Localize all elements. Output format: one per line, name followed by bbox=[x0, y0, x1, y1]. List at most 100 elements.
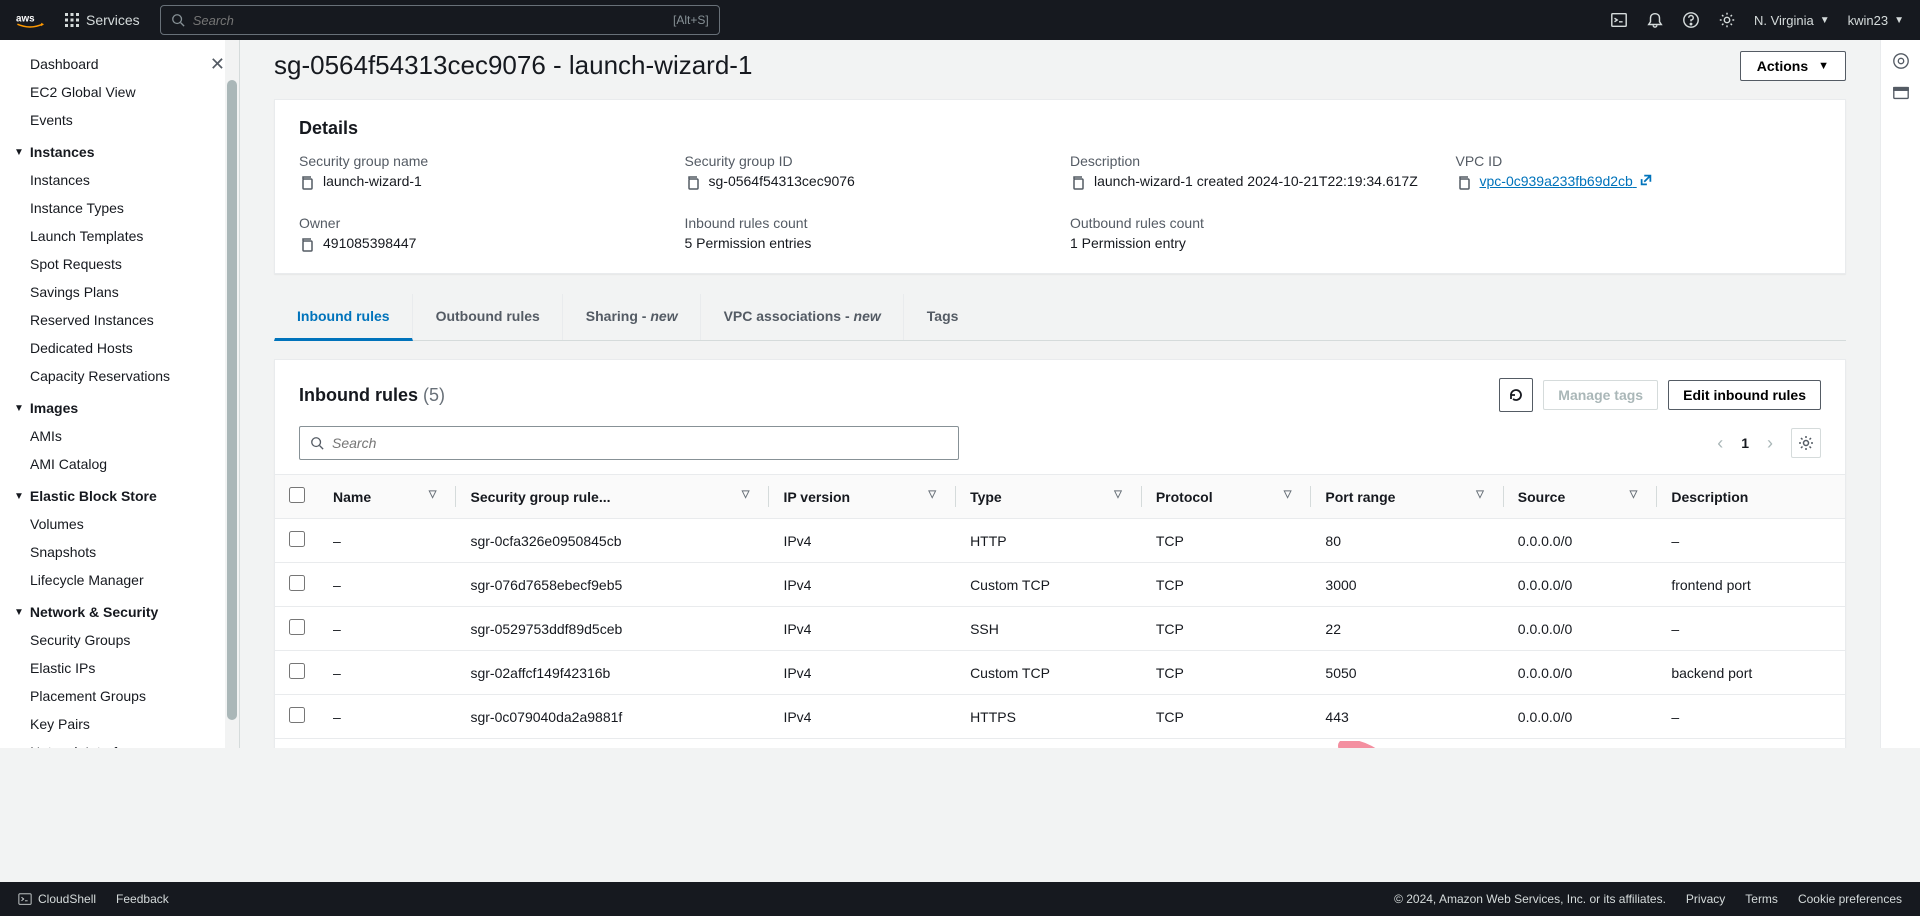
grid-icon bbox=[64, 12, 80, 28]
row-checkbox[interactable] bbox=[289, 619, 305, 635]
col-type[interactable]: Type ▽ bbox=[956, 475, 1142, 519]
table-row[interactable]: – sgr-0529753ddf89d5ceb IPv4 SSH TCP 22 … bbox=[275, 607, 1845, 651]
tab-tags[interactable]: Tags bbox=[904, 294, 981, 340]
row-checkbox[interactable] bbox=[289, 531, 305, 547]
nav-launch-templates[interactable]: Launch Templates bbox=[30, 222, 229, 250]
nav-ami-catalog[interactable]: AMI Catalog bbox=[30, 450, 229, 478]
nav-section-header-ebs[interactable]: ▼Elastic Block Store bbox=[14, 478, 229, 510]
cell-protocol: TCP bbox=[1142, 607, 1312, 651]
nav-amis[interactable]: AMIs bbox=[30, 422, 229, 450]
notifications-icon[interactable] bbox=[1646, 11, 1664, 29]
help-icon[interactable] bbox=[1682, 11, 1700, 29]
nav-snapshots[interactable]: Snapshots bbox=[30, 538, 229, 566]
rules-search-input[interactable] bbox=[332, 435, 948, 451]
nav-dashboard[interactable]: Dashboard bbox=[30, 50, 229, 78]
region-selector[interactable]: N. Virginia▼ bbox=[1754, 13, 1830, 28]
sidebar-scrollbar[interactable] bbox=[225, 40, 239, 748]
page-title: sg-0564f54313cec9076 - launch-wizard-1 bbox=[274, 50, 752, 81]
nav-section-header-images[interactable]: ▼Images bbox=[14, 390, 229, 422]
col-port-range[interactable]: Port range ▽ bbox=[1311, 475, 1503, 519]
nav-elastic-ips[interactable]: Elastic IPs bbox=[30, 654, 229, 682]
edit-inbound-rules-button[interactable]: Edit inbound rules bbox=[1668, 380, 1821, 410]
footer-cloudshell[interactable]: CloudShell bbox=[18, 892, 96, 906]
detail-outbound-count: Outbound rules count 1 Permission entry bbox=[1070, 215, 1436, 253]
nav-key-pairs[interactable]: Key Pairs bbox=[30, 710, 229, 738]
nav-capacity-reservations[interactable]: Capacity Reservations bbox=[30, 362, 229, 390]
aws-logo[interactable]: aws bbox=[16, 11, 44, 29]
select-all-checkbox[interactable] bbox=[289, 487, 305, 503]
services-menu-button[interactable]: Services bbox=[64, 12, 140, 28]
table-row[interactable]: – sgr-076d7658ebecf9eb5 IPv4 Custom TCP … bbox=[275, 563, 1845, 607]
nav-reserved-instances[interactable]: Reserved Instances bbox=[30, 306, 229, 334]
tab-outbound-rules[interactable]: Outbound rules bbox=[413, 294, 563, 340]
global-search[interactable]: [Alt+S] bbox=[160, 5, 720, 35]
cell-port-range: 80 bbox=[1311, 519, 1503, 563]
nav-section-instances: ▼Instances Instances Instance Types Laun… bbox=[30, 134, 229, 390]
col-ip-version[interactable]: IP version ▽ bbox=[769, 475, 956, 519]
nav-network-interfaces[interactable]: Network Interfaces bbox=[30, 738, 229, 748]
actions-button[interactable]: Actions ▼ bbox=[1740, 51, 1846, 81]
nav-instance-types[interactable]: Instance Types bbox=[30, 194, 229, 222]
nav-lifecycle-manager[interactable]: Lifecycle Manager bbox=[30, 566, 229, 594]
footer-link-privacy[interactable]: Privacy bbox=[1686, 892, 1725, 906]
vpc-link[interactable]: vpc-0c939a233fb69d2cb bbox=[1480, 173, 1653, 189]
cell-description: – bbox=[1657, 519, 1845, 563]
settings-header-icon[interactable] bbox=[1718, 11, 1736, 29]
footer-link-terms[interactable]: Terms bbox=[1745, 892, 1778, 906]
nav-ec2-global-view[interactable]: EC2 Global View bbox=[30, 78, 229, 106]
pager-next[interactable]: › bbox=[1763, 433, 1777, 454]
console-to-code-icon[interactable] bbox=[1892, 84, 1910, 102]
tab-inbound-rules[interactable]: Inbound rules bbox=[274, 294, 413, 341]
table-row[interactable]: – sgr-02affcf149f42316b IPv4 Custom TCP … bbox=[275, 651, 1845, 695]
cell-port-range: 3000 bbox=[1311, 563, 1503, 607]
col-name[interactable]: Name ▽ bbox=[319, 475, 456, 519]
cloudshell-header-icon[interactable] bbox=[1610, 11, 1628, 29]
footer-feedback[interactable]: Feedback bbox=[116, 892, 169, 906]
copy-icon[interactable] bbox=[685, 175, 701, 191]
col-protocol[interactable]: Protocol ▽ bbox=[1142, 475, 1312, 519]
cell-source: 0.0.0.0/0 bbox=[1504, 563, 1658, 607]
details-panel: Details Security group name launch-wizar… bbox=[274, 99, 1846, 274]
row-checkbox[interactable] bbox=[289, 707, 305, 723]
table-row[interactable]: – sgr-0c079040da2a9881f IPv4 HTTPS TCP 4… bbox=[275, 695, 1845, 739]
sidebar-close-icon[interactable]: ✕ bbox=[210, 54, 225, 75]
caret-down-icon: ▼ bbox=[1894, 15, 1904, 26]
cell-source: 0.0.0.0/0 bbox=[1504, 695, 1658, 739]
nav-spot-requests[interactable]: Spot Requests bbox=[30, 250, 229, 278]
tab-vpc-associations[interactable]: VPC associations - new bbox=[701, 294, 904, 340]
header-right-group: N. Virginia▼ kwin23▼ bbox=[1610, 11, 1904, 29]
col-source[interactable]: Source ▽ bbox=[1504, 475, 1658, 519]
row-checkbox[interactable] bbox=[289, 663, 305, 679]
nav-volumes[interactable]: Volumes bbox=[30, 510, 229, 538]
pager-prev[interactable]: ‹ bbox=[1713, 433, 1727, 454]
global-search-input[interactable] bbox=[193, 13, 371, 28]
nav-section-header-instances[interactable]: ▼Instances bbox=[14, 134, 229, 166]
nav-instances[interactable]: Instances bbox=[30, 166, 229, 194]
manage-tags-button[interactable]: Manage tags bbox=[1543, 380, 1658, 410]
col-rule-id[interactable]: Security group rule... ▽ bbox=[456, 475, 769, 519]
footer-link-cookies[interactable]: Cookie preferences bbox=[1798, 892, 1902, 906]
nav-security-groups[interactable]: Security Groups bbox=[30, 626, 229, 654]
cell-protocol: TCP bbox=[1142, 519, 1312, 563]
cell-type: SSH bbox=[956, 607, 1142, 651]
nav-dedicated-hosts[interactable]: Dedicated Hosts bbox=[30, 334, 229, 362]
copy-icon[interactable] bbox=[1456, 175, 1472, 191]
nav-placement-groups[interactable]: Placement Groups bbox=[30, 682, 229, 710]
table-row[interactable]: – sgr-0cfa326e0950845cb IPv4 HTTP TCP 80… bbox=[275, 519, 1845, 563]
table-settings-button[interactable] bbox=[1791, 428, 1821, 458]
nav-savings-plans[interactable]: Savings Plans bbox=[30, 278, 229, 306]
refresh-button[interactable] bbox=[1499, 378, 1533, 412]
nav-section-images: ▼Images AMIs AMI Catalog bbox=[30, 390, 229, 478]
col-description[interactable]: Description bbox=[1657, 475, 1845, 519]
rules-search[interactable] bbox=[299, 426, 959, 460]
row-checkbox[interactable] bbox=[289, 575, 305, 591]
search-icon bbox=[310, 436, 324, 450]
copy-icon[interactable] bbox=[1070, 175, 1086, 191]
info-panel-toggle-icon[interactable] bbox=[1892, 52, 1910, 70]
tab-sharing[interactable]: Sharing - new bbox=[563, 294, 701, 340]
copy-icon[interactable] bbox=[299, 237, 315, 253]
copy-icon[interactable] bbox=[299, 175, 315, 191]
nav-events[interactable]: Events bbox=[30, 106, 229, 134]
nav-section-header-network[interactable]: ▼Network & Security bbox=[14, 594, 229, 626]
account-menu[interactable]: kwin23▼ bbox=[1848, 13, 1904, 28]
